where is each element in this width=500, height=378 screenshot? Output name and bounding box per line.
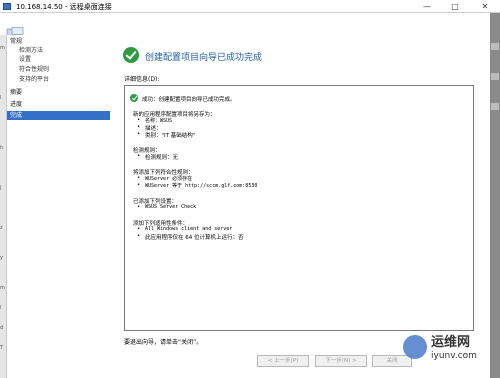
watermark-logo-icon (403, 335, 427, 359)
strip-char: h (0, 145, 4, 151)
nav-item-compliance-rules[interactable]: 符合性规则 (7, 65, 110, 74)
taskbar-thumb (491, 103, 499, 110)
strip-char: T (0, 345, 4, 351)
strip-char: l (0, 95, 2, 101)
watermark-en: iyunv.com (431, 351, 477, 361)
compliance-rule-1: WUServer 必须存在 (145, 176, 193, 182)
background-window-strip: m l h j z y m l d T (0, 35, 7, 378)
prop-category: 类别："IT 基础结构" (145, 133, 196, 139)
strip-char: z (0, 225, 3, 231)
strip-char: y (0, 255, 3, 261)
wizard-banner (0, 13, 500, 38)
setting-item: WSUS Server Check (145, 204, 197, 210)
bullet: • (137, 153, 141, 159)
window-title: 10.168.14.50 - 远程桌面连接 (16, 3, 112, 11)
success-check-icon (123, 47, 139, 63)
watermark-cn: 运维网 (431, 335, 471, 350)
nav-item-completion[interactable]: 完成 (7, 111, 110, 120)
exit-hint: 要退出向导，请单击“关闭”。 (124, 339, 203, 346)
bullet: • (137, 233, 141, 239)
platform-item-2: 此应用程序仅在 64 位计算机上运行：否 (145, 235, 244, 241)
maximize-button[interactable]: □ (442, 0, 468, 13)
page-title: 创建配置项目向导已成功完成 (145, 53, 263, 63)
success-message: 成功：创建配置项目向导已成功完成。 (142, 97, 236, 103)
bullet: • (137, 124, 141, 130)
nav-item-detection-method[interactable]: 检测方法 (7, 46, 110, 55)
prop-name: 名称：WSUS (145, 118, 173, 124)
bullet: • (137, 131, 141, 137)
close-window-button[interactable]: ✕ (470, 0, 500, 13)
watermark: 运维网 iyunv.com (403, 327, 498, 375)
nav-item-supported-platforms[interactable]: 支持的平台 (7, 75, 110, 84)
taskbar-thumb (491, 43, 499, 50)
remote-desktop-icon (3, 3, 11, 10)
strip-char: m (0, 45, 5, 51)
compliance-rule-2: WUServer 等于 http://sccm.glf.com:8530 (145, 183, 258, 189)
strip-char: j (0, 185, 2, 191)
bullet: • (137, 117, 141, 123)
platform-item-1: All Windows client and server (145, 226, 233, 232)
details-label: 详细信息(D): (124, 76, 160, 83)
small-success-check-icon (130, 94, 138, 102)
strip-char: l (0, 305, 2, 311)
strip-char: d (0, 325, 4, 331)
next-button[interactable]: 下一步(N) > (315, 355, 367, 367)
bullet: • (137, 182, 141, 188)
bullet: • (137, 204, 141, 210)
nav-item-settings[interactable]: 设置 (7, 55, 110, 64)
previous-button[interactable]: < 上一步(P) (257, 355, 309, 367)
detect-rule: 检测规则：无 (145, 155, 179, 161)
nav-item-summary[interactable]: 摘要 (7, 88, 110, 97)
nav-item-progress[interactable]: 进度 (7, 100, 110, 109)
right-taskbar-strip (490, 13, 500, 378)
strip-char: m (0, 285, 5, 291)
bullet: • (137, 226, 141, 232)
taskbar-thumb (491, 73, 499, 80)
wizard-nav: 常规 检测方法 设置 符合性规则 支持的平台 摘要 进度 完成 (7, 35, 110, 378)
rdp-title-bar: 10.168.14.50 - 远程桌面连接 — □ ✕ (0, 0, 500, 13)
bullet: • (137, 175, 141, 181)
minimize-button[interactable]: — (414, 0, 440, 13)
details-textbox[interactable]: 成功：创建配置项目向导已成功完成。 新的应用程序配置项目将另存为： • 名称：W… (124, 85, 474, 331)
nav-item-general[interactable]: 常规 (7, 37, 110, 46)
